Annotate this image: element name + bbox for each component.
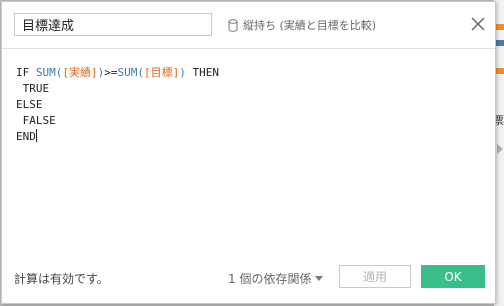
formula-line-2: TRUE [16,82,50,95]
background-color-chip [496,68,504,74]
field-actual: [実績] [62,66,98,79]
apply-button[interactable]: 適用 [339,265,411,288]
keyword-then: THEN [185,66,219,79]
field-target: [目標] [144,66,180,79]
function-paren-close: ) [179,66,186,79]
formula-line-1: IF SUM([実績])>=SUM([目標]) THEN [16,66,219,79]
background-color-chip [496,24,504,30]
database-icon [228,18,238,32]
function-sum: SUM( [35,66,63,79]
background-expand-arrow-icon[interactable] [497,144,503,154]
keyword-if: IF [16,66,30,79]
validation-status: 計算は有効です。 [14,272,109,286]
formula-editor[interactable]: IF SUM([実績])>=SUM([目標]) THEN TRUE ELSE F… [16,65,476,235]
calculation-editor-dialog: 縦持ち (実績と目標を比較) IF SUM([実績])>=SUM([目標]) T… [1,1,496,304]
formula-line-3: ELSE [16,98,43,111]
close-icon[interactable] [469,15,487,33]
dependencies-dropdown[interactable]: 1 個の依存関係 [228,270,324,287]
close-button[interactable] [469,15,487,33]
caret-down-icon [315,276,324,281]
background-color-chip [496,40,504,46]
datasource-name: 縦持ち (実績と目標を比較) [243,19,377,32]
header-divider [2,48,495,49]
formula-line-4: FALSE [16,114,56,127]
calculation-name-input[interactable] [14,13,212,36]
formula-line-5: END [16,130,36,143]
dependencies-label: 1 個の依存関係 [228,272,312,286]
function-sum: SUM( [117,66,145,79]
operator-gte: >= [104,66,118,79]
ok-button[interactable]: OK [421,265,485,288]
text-cursor [35,129,37,142]
datasource-label: 縦持ち (実績と目標を比較) [228,17,376,33]
